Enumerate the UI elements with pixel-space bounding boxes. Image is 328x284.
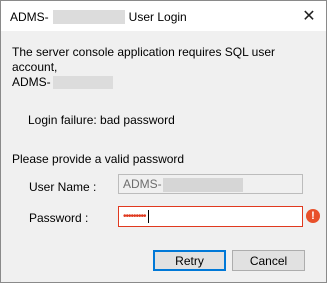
window-title: ADMS- User Login	[10, 9, 187, 24]
title-bar: ADMS- User Login ✕	[1, 1, 326, 31]
user-name-value: ADMS-	[123, 177, 162, 191]
info-message: The server console application requires …	[12, 45, 312, 90]
password-field[interactable]: •••••••••	[118, 206, 303, 227]
message-line-1: The server console application requires …	[12, 45, 276, 74]
redacted-region	[162, 177, 243, 192]
login-failure-text: Login failure: bad password	[28, 113, 175, 127]
password-mask: •••••••••	[123, 211, 146, 222]
password-prompt: Please provide a valid password	[12, 152, 185, 166]
retry-button[interactable]: Retry	[153, 250, 226, 271]
user-name-label: User Name :	[29, 180, 97, 194]
title-prefix: ADMS-	[10, 9, 49, 24]
text-caret	[147, 209, 149, 223]
cancel-button[interactable]: Cancel	[232, 250, 305, 271]
redacted-region	[52, 76, 113, 90]
user-name-field: ADMS-	[118, 174, 303, 194]
error-icon: !	[306, 209, 320, 223]
message-line-2: ADMS-	[12, 75, 312, 90]
login-dialog: ADMS- User Login ✕ The server console app…	[0, 0, 327, 283]
message-account-prefix: ADMS-	[12, 75, 51, 89]
close-button[interactable]: ✕	[292, 1, 326, 31]
redacted-region	[52, 9, 125, 24]
title-suffix: User Login	[128, 9, 187, 24]
password-label: Password :	[29, 211, 89, 225]
close-icon: ✕	[302, 8, 316, 25]
